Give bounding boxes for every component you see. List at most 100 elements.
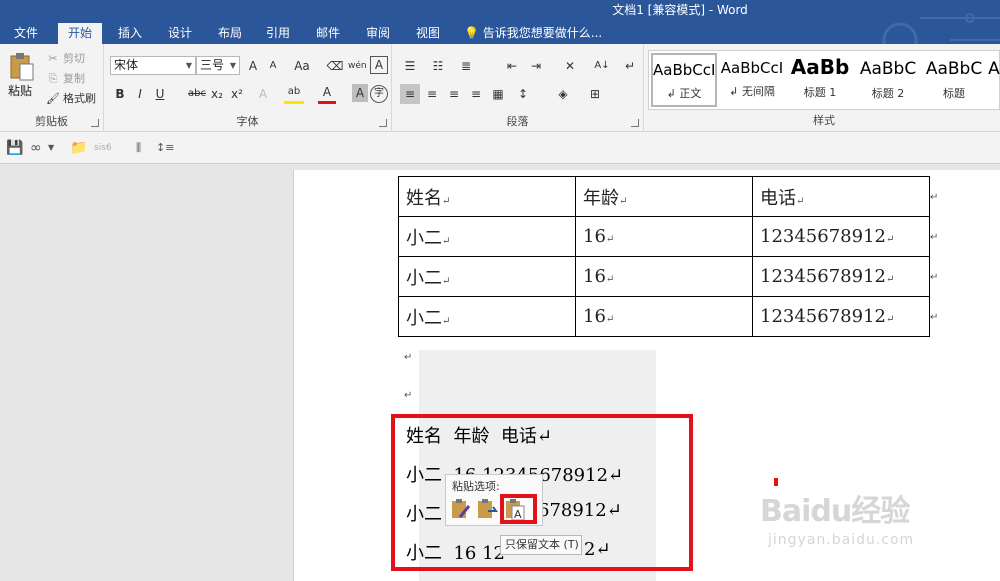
- clear-format-icon[interactable]: ⌫: [326, 56, 344, 76]
- decrease-indent-icon[interactable]: ⇤: [502, 56, 522, 76]
- shading-icon[interactable]: ◈: [552, 84, 574, 104]
- table-cell[interactable]: 小二↵: [398, 296, 576, 337]
- clipboard-group-label: 剪贴板: [35, 115, 68, 128]
- paste-button[interactable]: 粘贴: [8, 82, 32, 99]
- align-left-icon[interactable]: ≡: [400, 84, 420, 104]
- highlight-button[interactable]: ab: [284, 84, 304, 104]
- paragraph-mark: ↵: [404, 352, 413, 363]
- sort-icon[interactable]: A↓: [592, 56, 612, 76]
- table-cell[interactable]: 小二↵: [398, 216, 576, 257]
- data-table[interactable]: 姓名↵ 年龄↵ 电话↵ 小二↵ 16↵ 12345678912↵ 小二↵ 16↵…: [398, 176, 930, 337]
- table-cell[interactable]: 姓名↵: [398, 176, 576, 217]
- paragraph-mark: ↵: [404, 390, 413, 401]
- watermark-accent: [774, 478, 778, 486]
- window-title: 文档1 [兼容模式] - Word: [612, 3, 748, 17]
- table-cell[interactable]: 小二↵: [398, 256, 576, 297]
- show-marks-icon[interactable]: ↵: [620, 56, 640, 76]
- tab-home[interactable]: 开始: [58, 23, 103, 44]
- chevron-down-icon[interactable]: ▼: [48, 139, 54, 157]
- grow-font-button[interactable]: A: [244, 56, 262, 76]
- tab-file[interactable]: 文件: [4, 23, 48, 44]
- style-normal[interactable]: AaBbCcI ↲ 正文: [651, 53, 717, 107]
- ribbon: 粘贴 ✂ 剪切 ⎘ 复制 🖌 格式刷 剪贴板 宋体 ▼ 三号 ▼ A A Aa ⌫ wén…: [0, 44, 1000, 132]
- clipboard-launcher-icon[interactable]: [91, 119, 99, 127]
- paragraph-group-label: 段落: [506, 115, 529, 128]
- phonetic-guide-button[interactable]: wén: [348, 56, 367, 76]
- tab-layout[interactable]: 布局: [208, 23, 252, 44]
- superscript-button[interactable]: x²: [228, 84, 246, 104]
- style-no-spacing[interactable]: AaBbCcI ↲ 无间隔: [719, 53, 785, 107]
- tab-references[interactable]: 引用: [256, 23, 300, 44]
- justify-icon[interactable]: ≡: [466, 84, 486, 104]
- copy-button[interactable]: ⎘ 复制: [46, 70, 85, 88]
- table-cell[interactable]: 12345678912↵: [752, 216, 930, 257]
- watermark-logo: Baidu经验: [760, 494, 910, 529]
- font-name-combo[interactable]: 宋体 ▼: [110, 56, 196, 75]
- tab-review[interactable]: 审阅: [356, 23, 400, 44]
- character-shading-button[interactable]: A: [352, 84, 368, 102]
- change-case-button[interactable]: Aa: [288, 56, 316, 76]
- keep-source-format-icon[interactable]: [450, 497, 472, 521]
- paragraph-launcher-icon[interactable]: [631, 119, 639, 127]
- tab-insert[interactable]: 插入: [108, 23, 152, 44]
- table-row: 小二↵ 16↵ 12345678912↵: [398, 296, 930, 337]
- enclose-characters-button[interactable]: 字: [370, 85, 388, 103]
- cut-button[interactable]: ✂ 剪切: [46, 50, 85, 68]
- quick-access-toolbar: 💾 ∞ ▼ 📁 sis6 ⫼ ↕≡: [0, 132, 1000, 164]
- merge-format-icon[interactable]: [476, 497, 498, 521]
- chevron-down-icon: ▼: [185, 61, 192, 70]
- scissors-icon: ✂: [48, 52, 58, 65]
- line-spacing-qat-icon[interactable]: ↕≡: [156, 139, 174, 157]
- format-painter-button[interactable]: 🖌 格式刷: [46, 90, 96, 108]
- table-cell[interactable]: 16↵: [575, 256, 753, 297]
- text-effects-button[interactable]: A: [254, 84, 272, 104]
- font-color-button[interactable]: A: [318, 84, 336, 104]
- table-cell[interactable]: 16↵: [575, 216, 753, 257]
- italic-button[interactable]: I: [132, 84, 148, 104]
- underline-button[interactable]: U: [152, 84, 168, 104]
- font-group-label: 字体: [236, 115, 259, 128]
- tab-mailings[interactable]: 邮件: [306, 23, 350, 44]
- style-heading-1[interactable]: AaBb 标题 1: [787, 53, 853, 107]
- shrink-font-button[interactable]: A: [264, 56, 282, 76]
- size-label: sis6: [94, 143, 112, 153]
- brush-icon: 🖌: [46, 92, 60, 105]
- line-spacing-icon[interactable]: ↕: [512, 84, 534, 104]
- column-icon[interactable]: ⫼: [136, 139, 141, 157]
- distributed-icon[interactable]: ▦: [488, 84, 508, 104]
- table-cell[interactable]: 电话↵: [752, 176, 930, 217]
- strikethrough-button[interactable]: abc: [186, 84, 208, 104]
- table-cell[interactable]: 16↵: [575, 296, 753, 337]
- font-launcher-icon[interactable]: [379, 119, 387, 127]
- bold-button[interactable]: B: [112, 84, 128, 104]
- align-center-icon[interactable]: ≡: [422, 84, 442, 104]
- multilevel-list-icon[interactable]: ≣: [456, 56, 476, 76]
- style-heading-2[interactable]: AaBbC 标题 2: [855, 53, 921, 107]
- clipboard-group: 粘贴 ✂ 剪切 ⎘ 复制 🖌 格式刷 剪贴板: [0, 44, 104, 132]
- chinese-layout-icon[interactable]: ✕: [558, 56, 582, 76]
- infinity-icon[interactable]: ∞: [30, 139, 42, 157]
- tell-me-box[interactable]: 💡 告诉我您想要做什么...: [464, 23, 602, 44]
- folder-icon[interactable]: 📁: [70, 139, 87, 157]
- style-title[interactable]: AaBbC 标题: [921, 53, 987, 107]
- paste-icon[interactable]: [9, 52, 35, 82]
- paste-options-title: 粘贴选项:: [452, 480, 500, 493]
- row-end-mark: ↵: [930, 272, 939, 283]
- increase-indent-icon[interactable]: ⇥: [526, 56, 546, 76]
- tab-design[interactable]: 设计: [158, 23, 202, 44]
- save-icon[interactable]: 💾: [6, 139, 23, 157]
- table-cell[interactable]: 12345678912↵: [752, 256, 930, 297]
- borders-icon[interactable]: ⊞: [584, 84, 606, 104]
- style-more[interactable]: A: [987, 53, 1000, 107]
- numbering-icon[interactable]: ☷: [428, 56, 448, 76]
- bullets-icon[interactable]: ☰: [400, 56, 420, 76]
- align-right-icon[interactable]: ≡: [444, 84, 464, 104]
- tab-view[interactable]: 视图: [406, 23, 450, 44]
- font-group: 宋体 ▼ 三号 ▼ A A Aa ⌫ wén A B I U abc x₂ x² A…: [104, 44, 392, 132]
- table-cell[interactable]: 12345678912↵: [752, 296, 930, 337]
- lightbulb-icon: 💡: [464, 26, 479, 40]
- subscript-button[interactable]: x₂: [208, 84, 226, 104]
- font-size-combo[interactable]: 三号 ▼: [196, 56, 240, 75]
- table-cell[interactable]: 年龄↵: [575, 176, 753, 217]
- character-border-button[interactable]: A: [370, 56, 388, 74]
